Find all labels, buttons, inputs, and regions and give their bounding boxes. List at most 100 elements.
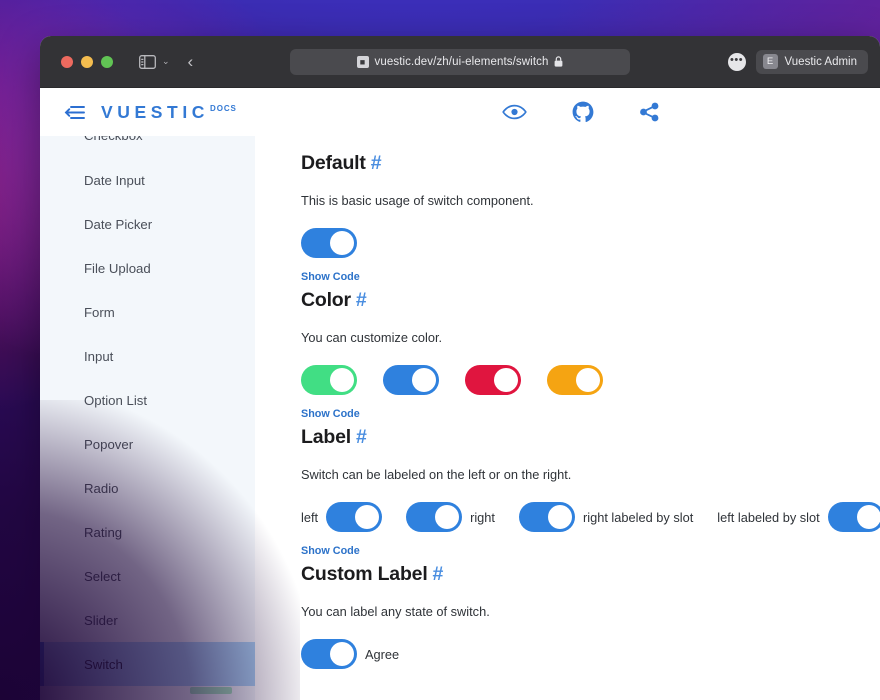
sidebar-item-input[interactable]: Input: [40, 334, 255, 378]
sidebar-toggle-icon[interactable]: [139, 54, 156, 69]
labeled-switch[interactable]: right labeled by slot: [518, 502, 693, 532]
labeled-switch[interactable]: right: [406, 502, 495, 532]
switch-label: left labeled by slot: [717, 509, 820, 525]
github-icon[interactable]: [572, 101, 594, 123]
sidebar-item-label: Radio: [84, 480, 119, 496]
browser-window: ⌄ ‹ ■ vuestic.dev/zh/ui-elements/switch …: [40, 36, 880, 700]
labeled-switch[interactable]: left: [301, 502, 383, 532]
switch-knob: [547, 505, 572, 529]
switch-toggle-3[interactable]: [518, 502, 575, 532]
profile-chip[interactable]: E Vuestic Admin: [755, 49, 868, 74]
switch-label: left: [301, 509, 319, 525]
section-description: You can customize color.: [301, 330, 443, 345]
brand-suffix: DOCS: [210, 103, 237, 113]
section-heading-text: Label: [301, 426, 351, 448]
section-anchor-link[interactable]: #: [356, 426, 367, 448]
sidebar-item-label: Date Picker: [84, 216, 153, 232]
sidebar-item-rating[interactable]: Rating: [40, 510, 255, 554]
switch-toggle-1[interactable]: [326, 502, 383, 532]
minimize-window-button[interactable]: [81, 55, 93, 68]
section-anchor-link[interactable]: #: [371, 152, 382, 174]
sidebar-item-slider[interactable]: Slider: [40, 598, 255, 642]
sidebar-item-popover[interactable]: Popover: [40, 422, 255, 466]
sidebar-item-label: Checkbox: [84, 136, 143, 143]
switch-row: [301, 228, 854, 258]
app-header: VUESTIC DOCS: [40, 88, 880, 136]
main-content: Default # This is basic usage of switch co…: [255, 136, 880, 700]
collapse-sidebar-icon[interactable]: [64, 105, 85, 120]
switch-knob: [330, 231, 354, 255]
section-heading: Default #: [301, 152, 854, 175]
switch-knob: [330, 642, 354, 666]
section-description: Switch can be labeled on the left or on …: [301, 467, 572, 482]
window-traffic-lights: [61, 55, 113, 68]
section-heading-text: Default: [301, 152, 366, 174]
sidebar-item-date-picker[interactable]: Date Picker: [40, 202, 255, 246]
switch-row: [301, 365, 854, 395]
sidebar-item-label: Select: [84, 568, 121, 584]
section-heading: Custom Label #: [301, 563, 854, 586]
sidebar-item-file-upload[interactable]: File Upload: [40, 246, 255, 290]
switch-knob: [576, 368, 600, 392]
address-bar[interactable]: ■ vuestic.dev/zh/ui-elements/switch: [290, 48, 630, 75]
sidebar-item-label: Slider: [84, 612, 118, 628]
switch-toggle-2[interactable]: [383, 365, 439, 395]
header-actions: [502, 101, 660, 123]
sidebar-item-list: Checkbox Date Input Date Picker File Upload…: [40, 136, 255, 686]
extension-icon[interactable]: ■: [356, 55, 369, 68]
show-code-link[interactable]: Show Code: [301, 545, 360, 557]
chevron-down-icon[interactable]: ⌄: [162, 56, 170, 67]
section-heading-text: Color: [301, 289, 351, 311]
switch-toggle-2[interactable]: [406, 502, 463, 532]
section-heading: Label #: [301, 426, 854, 449]
preview-eye-icon[interactable]: [502, 104, 527, 120]
more-options-icon[interactable]: •••: [727, 52, 746, 71]
sidebar-item-label: Switch: [84, 656, 123, 672]
switch-toggle-1[interactable]: [301, 639, 357, 669]
back-navigation-icon[interactable]: ‹: [188, 52, 194, 72]
avatar: E: [762, 54, 778, 69]
switch-toggle-4[interactable]: [547, 365, 603, 395]
labeled-switch-row: left right right labeled by slot left label…: [301, 502, 880, 532]
profile-name: Vuestic Admin: [784, 55, 857, 68]
sidebar-item-label: Input: [84, 348, 114, 364]
switch-toggle-4[interactable]: [827, 502, 880, 532]
close-window-button[interactable]: [61, 55, 73, 68]
switch-toggle-1[interactable]: [301, 228, 357, 258]
labeled-switch-row: Agree: [301, 639, 854, 669]
sidebar-item-label: Date Input: [84, 172, 145, 188]
brand-logo[interactable]: VUESTIC DOCS: [101, 102, 237, 123]
sidebar-item-label: Form: [84, 304, 115, 320]
section-anchor-link[interactable]: #: [356, 289, 367, 311]
sidebar-item-select[interactable]: Select: [40, 554, 255, 598]
switch-label: right: [470, 509, 495, 525]
docs-sidebar[interactable]: Checkbox Date Input Date Picker File Upload…: [40, 136, 255, 700]
maximize-window-button[interactable]: [101, 55, 113, 68]
show-code-link[interactable]: Show Code: [301, 271, 360, 283]
lock-icon: [554, 56, 563, 67]
sidebar-item-option-list[interactable]: Option List: [40, 378, 255, 422]
labeled-switch[interactable]: Agree: [301, 639, 399, 669]
section-anchor-link[interactable]: #: [433, 563, 444, 585]
switch-knob: [435, 505, 460, 529]
sidebar-item-switch[interactable]: Switch: [40, 642, 255, 686]
sidebar-item-date-input[interactable]: Date Input: [40, 158, 255, 202]
sidebar-item-radio[interactable]: Radio: [40, 466, 255, 510]
section-custom-label: Custom Label # You can label any state of …: [301, 563, 854, 669]
section-default: Default # This is basic usage of switch co…: [301, 152, 854, 285]
switch-label: Agree: [365, 646, 400, 662]
section-description: This is basic usage of switch component.: [301, 193, 534, 208]
switch-toggle-1[interactable]: [301, 365, 357, 395]
switch-toggle-3[interactable]: [465, 365, 521, 395]
switch-knob: [494, 368, 518, 392]
section-color: Color # You can customize color. Show Code: [301, 289, 854, 422]
browser-titlebar: ⌄ ‹ ■ vuestic.dev/zh/ui-elements/switch …: [40, 36, 880, 88]
brand-name: VUESTIC: [101, 101, 210, 122]
sidebar-item-form[interactable]: Form: [40, 290, 255, 334]
labeled-switch[interactable]: left labeled by slot: [717, 502, 880, 532]
sidebar-item-checkbox[interactable]: Checkbox: [40, 136, 255, 158]
section-heading-text: Custom Label: [301, 563, 428, 585]
section-heading: Color #: [301, 289, 854, 312]
show-code-link[interactable]: Show Code: [301, 408, 360, 420]
share-icon[interactable]: [639, 102, 660, 122]
